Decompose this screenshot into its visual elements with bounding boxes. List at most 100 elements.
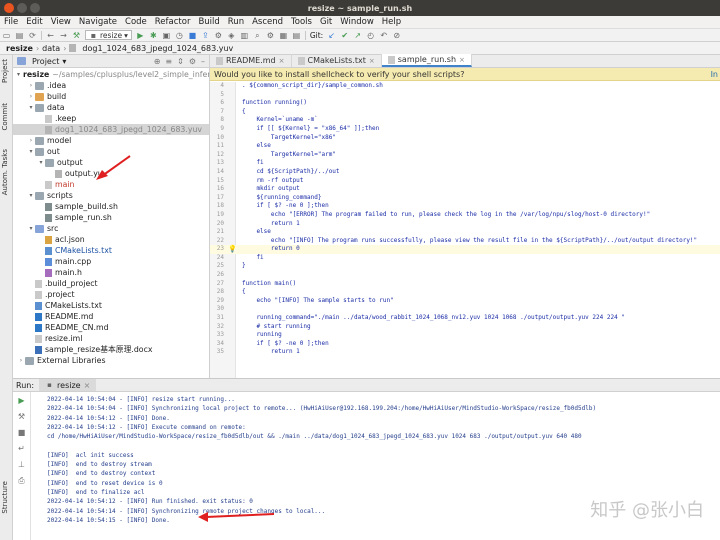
build-hammer-icon[interactable]: ⚒	[72, 31, 81, 40]
locate-icon[interactable]: ⊕	[154, 57, 161, 66]
intention-bulb-icon[interactable]: 💡	[228, 245, 237, 254]
stop-icon[interactable]: ■	[18, 428, 26, 437]
git-branch-icon[interactable]: ⊘	[392, 31, 401, 40]
run-config-select[interactable]: ▪ resize ▾	[85, 30, 132, 40]
menu-file[interactable]: File	[4, 17, 18, 27]
tree-item[interactable]: CMakeLists.txt	[13, 300, 209, 311]
tree-item[interactable]: CMakeLists.txt	[13, 245, 209, 256]
close-icon[interactable]: ×	[459, 56, 465, 64]
maximize-window-button[interactable]	[30, 3, 40, 13]
collapsed-arrow-icon[interactable]: ›	[27, 137, 35, 144]
sdk-manager-icon[interactable]: ⚙	[214, 31, 223, 40]
open-folder-icon[interactable]: ▭	[2, 31, 11, 40]
expanded-arrow-icon[interactable]: ▾	[17, 71, 20, 78]
settings-icon[interactable]: ⚙	[266, 31, 275, 40]
tree-item[interactable]: .project	[13, 289, 209, 300]
editor-tab[interactable]: README.md ×	[210, 54, 292, 67]
print-icon[interactable]: ⎙	[18, 476, 24, 486]
expanded-arrow-icon[interactable]: ▾	[27, 104, 35, 111]
breadcrumb-folder[interactable]: data	[42, 44, 60, 53]
layout-icon[interactable]: ▤	[292, 31, 301, 40]
git-history-icon[interactable]: ◴	[366, 31, 375, 40]
tree-item[interactable]: › .idea	[13, 80, 209, 91]
menu-refactor[interactable]: Refactor	[155, 17, 191, 27]
menu-help[interactable]: Help	[382, 17, 401, 27]
git-update-icon[interactable]: ↙	[327, 31, 336, 40]
collapsed-arrow-icon[interactable]: ›	[17, 357, 25, 364]
tree-item[interactable]: sample_build.sh	[13, 201, 209, 212]
wrench-icon[interactable]: ⚒	[18, 412, 25, 421]
editor-tab[interactable]: CMakeLists.txt ×	[292, 54, 382, 67]
project-panel-title[interactable]: Project	[32, 57, 59, 66]
menu-window[interactable]: Window	[340, 17, 374, 27]
stripe-structure-tab[interactable]: Structure	[1, 481, 9, 514]
close-icon[interactable]: ×	[369, 57, 375, 65]
model-converter-icon[interactable]: ◈	[227, 31, 236, 40]
tree-item[interactable]: main.h	[13, 267, 209, 278]
tree-item[interactable]: ▾ resize ~/samples/cplusplus/level2_simple…	[13, 69, 209, 80]
menu-view[interactable]: View	[51, 17, 71, 27]
menu-git[interactable]: Git	[320, 17, 332, 27]
expand-icon[interactable]: ⇕	[177, 57, 184, 66]
tree-item[interactable]: › External Libraries	[13, 355, 209, 366]
tree-item[interactable]: acl.json	[13, 234, 209, 245]
stripe-project-tab[interactable]: Project	[1, 59, 9, 83]
menu-run[interactable]: Run	[228, 17, 244, 27]
expanded-arrow-icon[interactable]: ▾	[27, 225, 35, 232]
collapse-all-icon[interactable]: ≡	[165, 57, 172, 66]
tree-item[interactable]: resize.iml	[13, 333, 209, 344]
hide-icon[interactable]: –	[201, 57, 205, 66]
tree-item[interactable]: ▾ scripts	[13, 190, 209, 201]
git-commit-icon[interactable]: ✔	[340, 31, 349, 40]
minimize-window-button[interactable]	[17, 3, 27, 13]
search-icon[interactable]: ⌕	[253, 31, 262, 40]
tree-item[interactable]: .keep	[13, 113, 209, 124]
code-view[interactable]: 4 . ${common_script_dir}/sample_common.sh…	[210, 82, 720, 378]
stripe-commit-tab[interactable]: Commit	[1, 103, 9, 131]
close-window-button[interactable]	[4, 3, 14, 13]
save-all-icon[interactable]: ▤	[15, 31, 24, 40]
chevron-down-icon[interactable]: ▾	[62, 57, 66, 66]
tree-item[interactable]: ▾ data	[13, 102, 209, 113]
tree-item[interactable]: ▾ src	[13, 223, 209, 234]
git-push-icon[interactable]: ↗	[353, 31, 362, 40]
menu-tools[interactable]: Tools	[291, 17, 312, 27]
tree-item[interactable]: dog1_1024_683_jpegd_1024_683.yuv	[13, 124, 209, 135]
tree-item[interactable]: main.cpp	[13, 256, 209, 267]
coverage-icon[interactable]: ▣	[162, 31, 171, 40]
tree-item[interactable]: sample_resize基本原理.docx	[13, 344, 209, 355]
terminal-icon[interactable]: ▥	[240, 31, 249, 40]
profile-icon[interactable]: ◷	[175, 31, 184, 40]
tree-item[interactable]: › build	[13, 91, 209, 102]
menu-code[interactable]: Code	[125, 17, 147, 27]
menu-edit[interactable]: Edit	[26, 17, 42, 27]
structure-icon[interactable]: ▦	[279, 31, 288, 40]
sync-icon[interactable]: ⟳	[28, 31, 37, 40]
rerun-icon[interactable]: ▶	[18, 396, 24, 405]
run-tab-resize[interactable]: ▪ resize ×	[39, 379, 97, 391]
back-icon[interactable]: ←	[46, 31, 55, 40]
collapsed-arrow-icon[interactable]: ›	[27, 93, 35, 100]
tree-item[interactable]: sample_run.sh	[13, 212, 209, 223]
forward-icon[interactable]: →	[59, 31, 68, 40]
stop-icon[interactable]: ■	[188, 31, 197, 40]
expanded-arrow-icon[interactable]: ▾	[37, 159, 45, 166]
run-icon[interactable]: ▶	[136, 31, 145, 40]
stripe-autom-tasks-tab[interactable]: Autom. Tasks	[1, 149, 9, 195]
tree-item[interactable]: README_CN.md	[13, 322, 209, 333]
collapsed-arrow-icon[interactable]: ›	[27, 82, 35, 89]
expanded-arrow-icon[interactable]: ▾	[27, 192, 35, 199]
install-link[interactable]: In	[711, 70, 718, 79]
pin-icon[interactable]: ⊥	[18, 460, 25, 469]
debug-icon[interactable]: ✱	[149, 31, 158, 40]
close-icon[interactable]: ×	[279, 57, 285, 65]
breadcrumb-file[interactable]: dog1_1024_683_jpegd_1024_683.yuv	[82, 44, 233, 53]
breadcrumb-root[interactable]: resize	[6, 44, 33, 53]
soft-wrap-icon[interactable]: ↵	[18, 444, 25, 453]
close-icon[interactable]: ×	[84, 381, 91, 390]
menu-navigate[interactable]: Navigate	[79, 17, 117, 27]
menu-ascend[interactable]: Ascend	[252, 17, 283, 27]
expanded-arrow-icon[interactable]: ▾	[27, 148, 35, 155]
menu-build[interactable]: Build	[198, 17, 219, 27]
tree-item[interactable]: › model	[13, 135, 209, 146]
